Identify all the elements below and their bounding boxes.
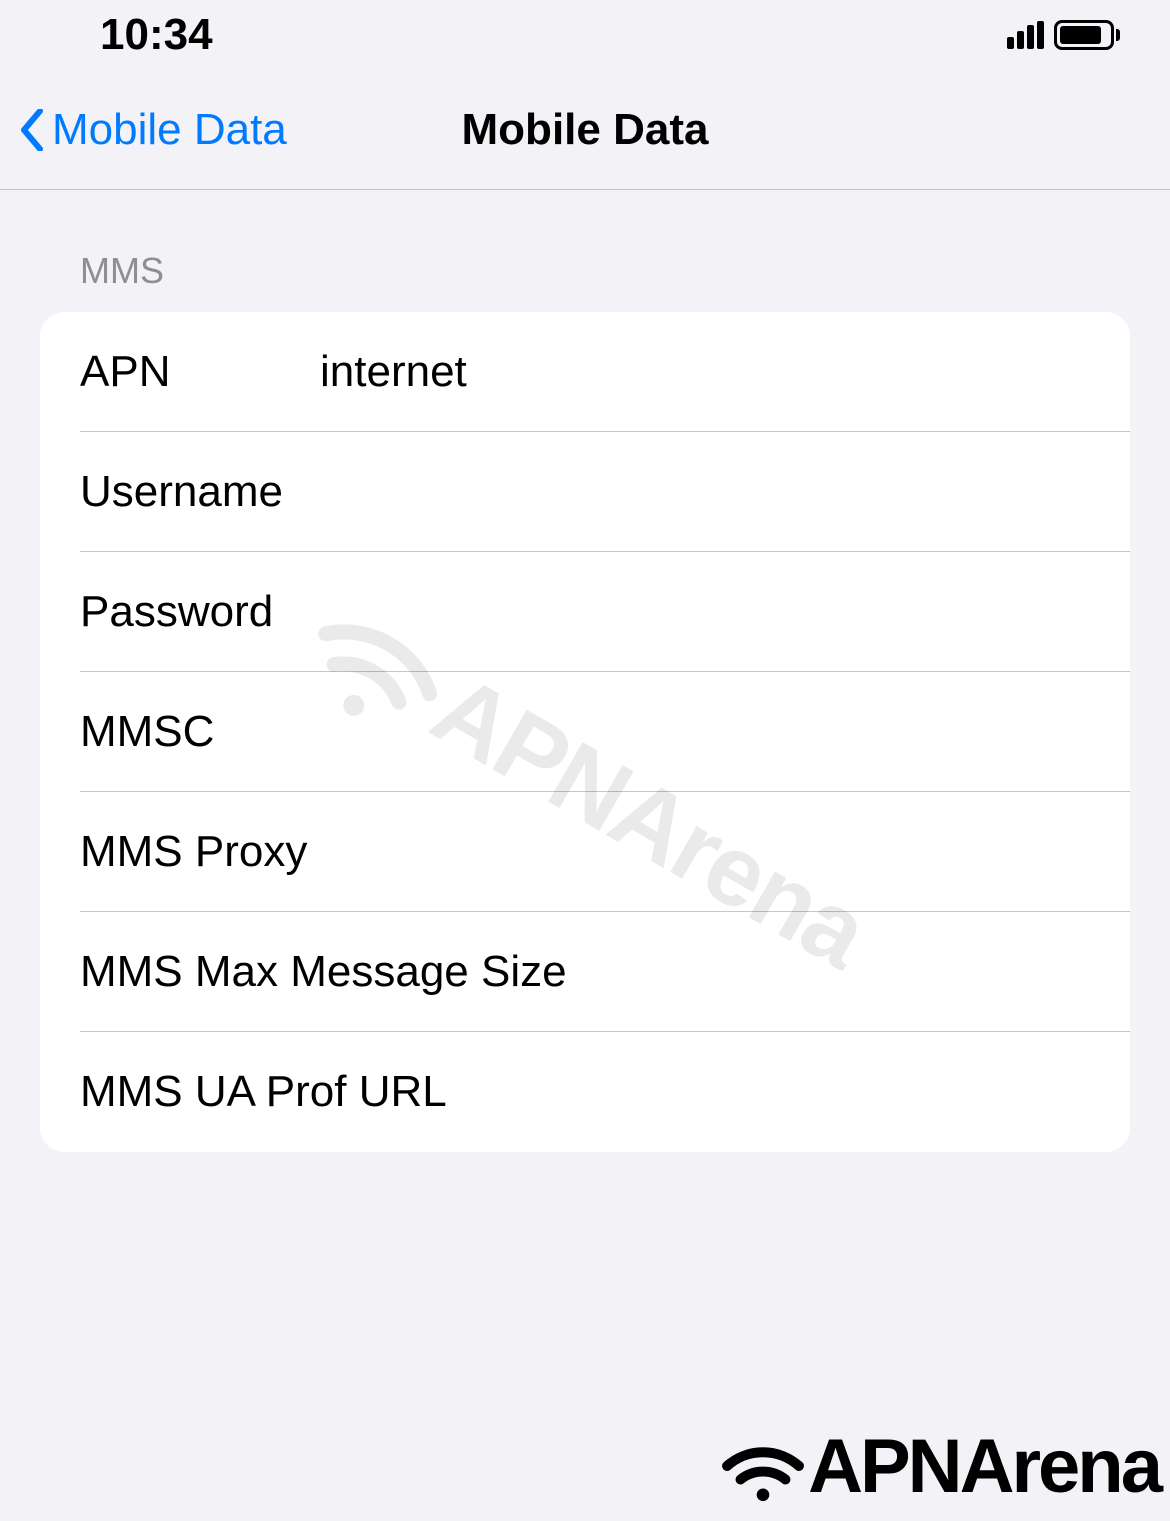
apn-row[interactable]: APN <box>40 312 1130 432</box>
apn-input[interactable] <box>320 347 1090 397</box>
mms-ua-prof-url-row[interactable]: MMS UA Prof URL <box>40 1032 1130 1152</box>
section-header-mms: MMS <box>40 250 1130 312</box>
password-row[interactable]: Password <box>40 552 1130 672</box>
mms-settings-group: APN Username Password MMSC MMS Proxy MMS… <box>40 312 1130 1152</box>
mms-proxy-label: MMS Proxy <box>80 827 515 877</box>
mmsc-input[interactable] <box>320 707 1090 757</box>
mms-max-message-size-label: MMS Max Message Size <box>80 947 1090 997</box>
mms-max-message-size-row[interactable]: MMS Max Message Size <box>40 912 1130 1032</box>
status-bar: 10:34 <box>0 0 1170 70</box>
mms-proxy-input[interactable] <box>515 827 1090 877</box>
watermark-bottom: APNArena <box>718 1421 1160 1511</box>
username-label: Username <box>80 467 320 517</box>
apn-label: APN <box>80 347 320 397</box>
watermark-bottom-text: APNArena <box>808 1423 1160 1510</box>
status-time: 10:34 <box>100 10 213 60</box>
status-indicators <box>1007 20 1120 50</box>
navigation-bar: Mobile Data Mobile Data <box>0 70 1170 190</box>
chevron-left-icon <box>20 109 44 151</box>
username-row[interactable]: Username <box>40 432 1130 552</box>
content-area: MMS APN Username Password MMSC MMS Proxy <box>0 190 1170 1152</box>
battery-icon <box>1054 20 1120 50</box>
back-button[interactable]: Mobile Data <box>20 105 287 155</box>
back-label: Mobile Data <box>52 105 287 155</box>
password-input[interactable] <box>320 587 1090 637</box>
mmsc-row[interactable]: MMSC <box>40 672 1130 792</box>
cellular-signal-icon <box>1007 21 1044 49</box>
mms-ua-prof-url-label: MMS UA Prof URL <box>80 1067 1090 1117</box>
mmsc-label: MMSC <box>80 707 320 757</box>
password-label: Password <box>80 587 320 637</box>
mms-proxy-row[interactable]: MMS Proxy <box>40 792 1130 912</box>
wifi-icon <box>718 1421 808 1511</box>
username-input[interactable] <box>320 467 1090 517</box>
